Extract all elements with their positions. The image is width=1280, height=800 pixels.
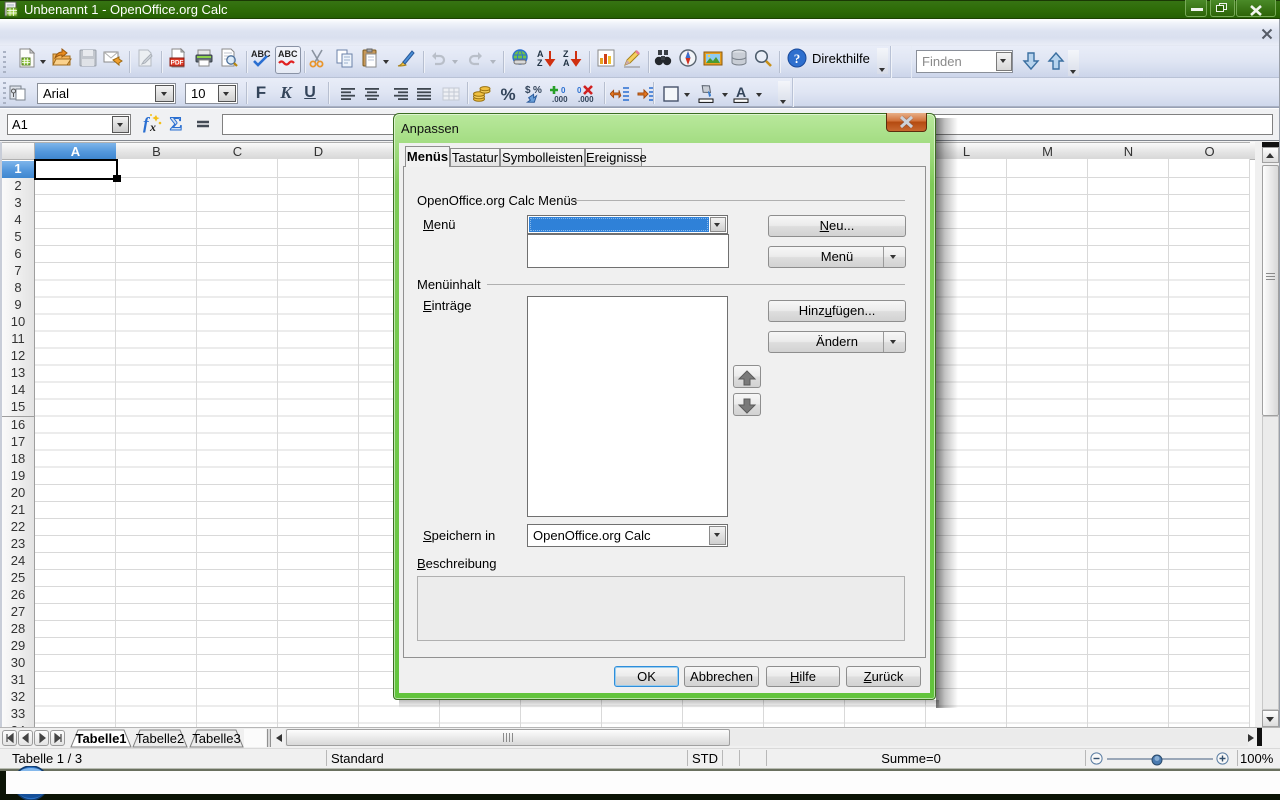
svg-text:.000: .000 bbox=[552, 95, 568, 104]
svg-text:PDF: PDF bbox=[171, 60, 184, 67]
svg-text:0: 0 bbox=[561, 86, 566, 95]
svg-text:A: A bbox=[736, 84, 746, 100]
svg-text:?: ? bbox=[794, 51, 801, 66]
svg-text:A: A bbox=[563, 58, 570, 68]
svg-text:%: % bbox=[500, 85, 515, 104]
svg-text:ABC: ABC bbox=[251, 49, 271, 59]
svg-text:Z: Z bbox=[537, 58, 543, 68]
svg-text:$: $ bbox=[525, 85, 531, 96]
svg-text:0: 0 bbox=[577, 86, 582, 95]
svg-text:x: x bbox=[149, 120, 156, 134]
svg-text:ABC: ABC bbox=[278, 49, 298, 59]
svg-text:Σ: Σ bbox=[170, 114, 182, 133]
svg-text:.000: .000 bbox=[578, 95, 594, 104]
svg-text:%: % bbox=[533, 85, 542, 96]
